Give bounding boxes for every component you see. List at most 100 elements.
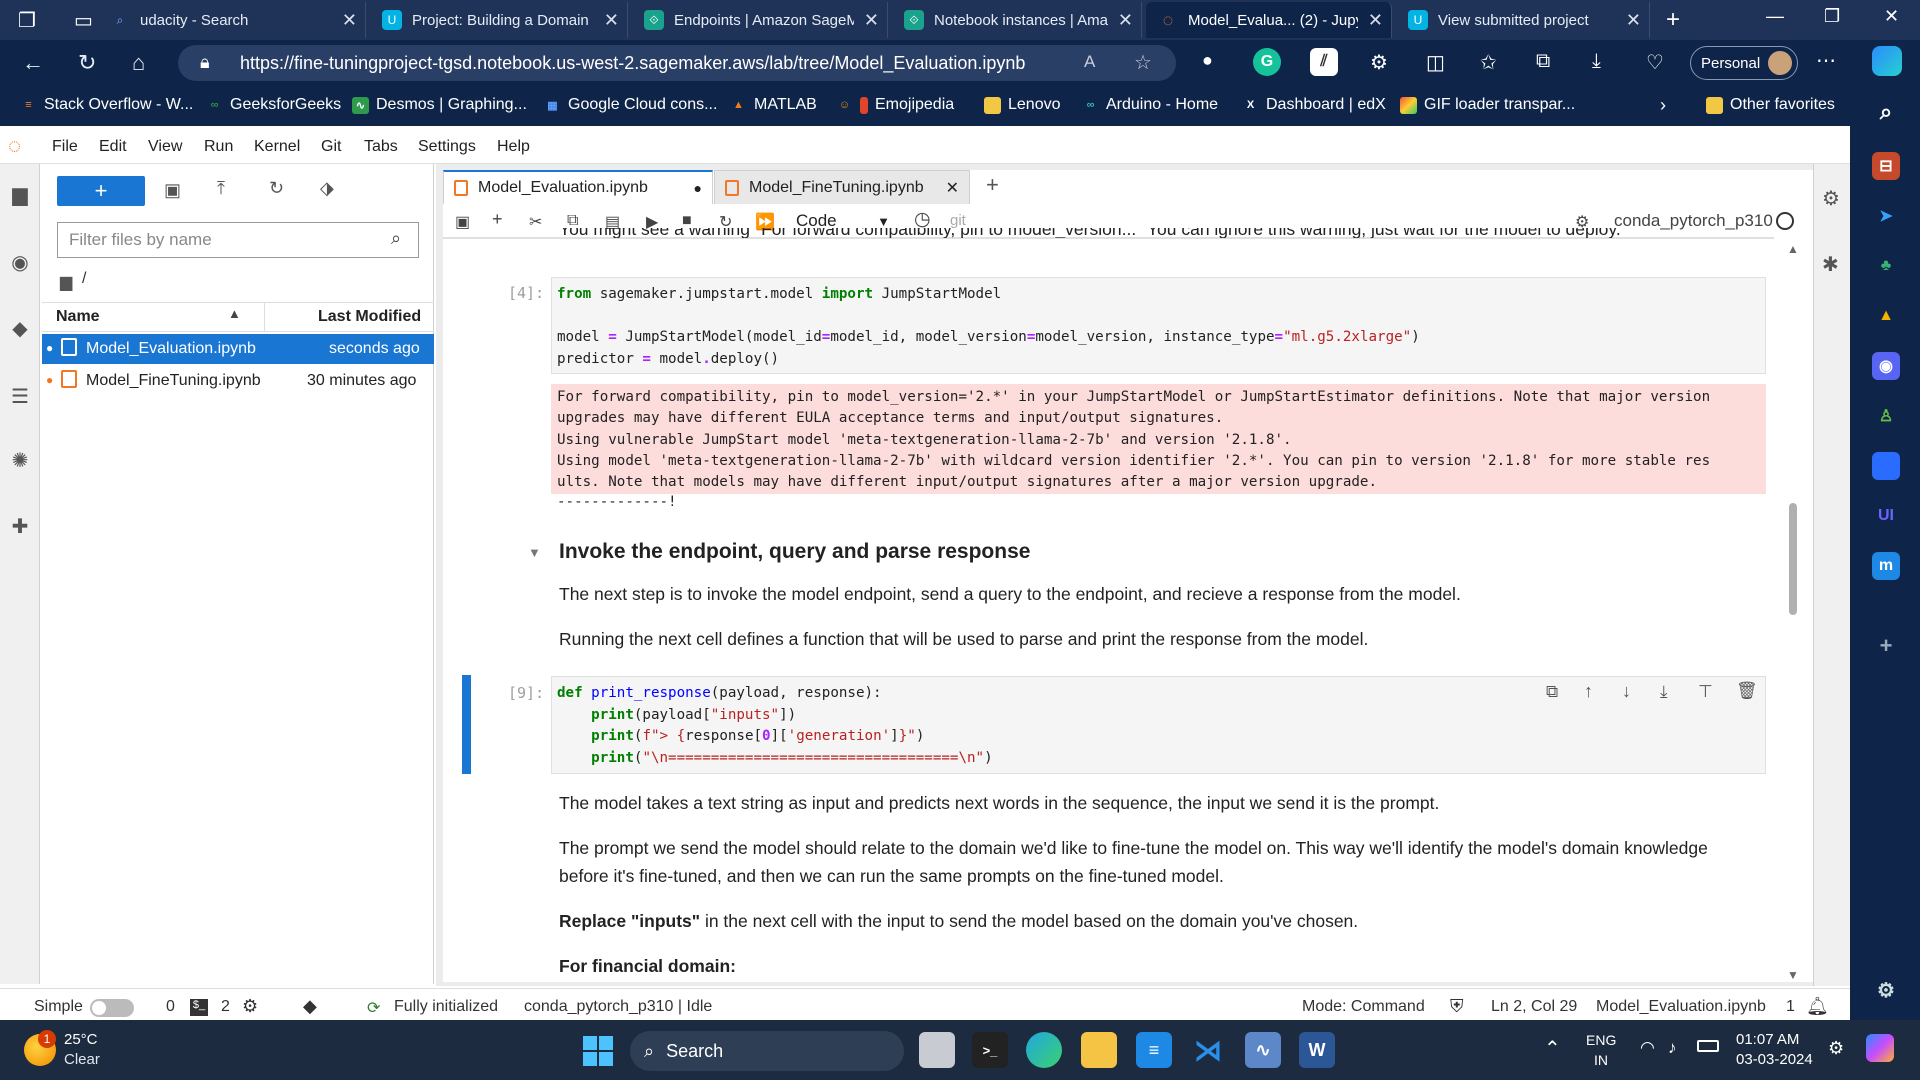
copilot-taskbar-icon[interactable] xyxy=(1866,1034,1894,1062)
collapse-caret-icon[interactable]: ▼ xyxy=(528,545,541,560)
bookmark-desmos[interactable]: ∿ Desmos | Graphing... xyxy=(352,96,527,114)
window-close-icon[interactable]: ✕ xyxy=(1884,6,1899,27)
move-up-icon[interactable]: ↑ xyxy=(1584,681,1593,702)
close-icon[interactable]: ✕ xyxy=(946,178,959,198)
debugger-icon[interactable]: ✱ xyxy=(1822,252,1839,277)
menu-view[interactable]: View xyxy=(148,138,182,156)
wifi-icon[interactable]: ◠ xyxy=(1640,1038,1655,1058)
task-view-icon[interactable] xyxy=(919,1032,955,1068)
close-icon[interactable]: ✕ xyxy=(604,10,619,31)
workspaces-icon[interactable]: ❐ xyxy=(18,8,36,33)
read-aloud-icon[interactable]: A xyxy=(1084,52,1095,72)
search-extension-icon[interactable]: ● xyxy=(1202,50,1213,71)
add-cell-icon[interactable]: + xyxy=(492,209,503,230)
shield-icon[interactable]: ⛨ xyxy=(1450,996,1464,1017)
kernel-status[interactable]: conda_pytorch_p310 | Idle xyxy=(524,998,712,1016)
lock-icon[interactable]: 🔒︎ xyxy=(200,52,210,73)
bookmark-edx[interactable]: X Dashboard | edX xyxy=(1242,96,1386,114)
focus-icon[interactable]: ⚙ xyxy=(1828,1038,1844,1059)
insert-above-icon[interactable]: ⤓ xyxy=(1660,682,1668,702)
word-icon[interactable]: W xyxy=(1299,1032,1335,1068)
terminal-app-icon[interactable]: >_ xyxy=(972,1032,1008,1068)
address-bar[interactable]: https://fine-tuningproject-tgsd.notebook… xyxy=(178,45,1176,81)
bookmark-other-favorites[interactable]: Other favorites xyxy=(1706,96,1835,114)
git-clone-icon[interactable]: ⬗ xyxy=(320,178,334,199)
profile-button[interactable]: Personal xyxy=(1690,46,1798,80)
language-line2[interactable]: IN xyxy=(1594,1052,1608,1068)
upload-icon[interactable]: ⤒ xyxy=(217,178,225,199)
volume-icon[interactable]: ♪ xyxy=(1668,1038,1677,1058)
split-screen-icon[interactable]: ◫ xyxy=(1426,50,1445,75)
notepad-icon[interactable]: ≡ xyxy=(1136,1032,1172,1068)
close-icon[interactable]: ✕ xyxy=(1118,10,1133,31)
bookmark-lenovo[interactable]: Lenovo xyxy=(984,96,1061,114)
bookmark-geeksforgeeks[interactable]: ∞ GeeksforGeeks xyxy=(206,96,342,114)
person-icon[interactable]: ♙ xyxy=(1872,402,1900,430)
tab-actions-icon[interactable]: ▭ xyxy=(74,8,93,33)
menu-help[interactable]: Help xyxy=(497,138,530,156)
extensions-icon[interactable]: ✚ xyxy=(8,514,32,538)
collections-icon[interactable]: ⧉ xyxy=(1536,50,1550,73)
bookmark-gif-loader[interactable]: GIF loader transpar... xyxy=(1400,96,1575,114)
folder-icon[interactable]: ▆ xyxy=(60,272,72,292)
bookmark-stackoverflow[interactable]: ≡ Stack Overflow - W... xyxy=(20,96,193,114)
m-app-icon[interactable]: m xyxy=(1872,552,1900,580)
file-name[interactable]: Model_FineTuning.ipynb xyxy=(86,372,261,390)
weather-desc[interactable]: Clear xyxy=(64,1051,100,1068)
app-icon[interactable] xyxy=(1872,452,1900,480)
delete-cell-icon[interactable]: 🗑︎ xyxy=(1736,681,1758,701)
kernel-gear-icon[interactable]: ⚙ xyxy=(242,996,258,1017)
save-icon[interactable]: ▣ xyxy=(455,212,470,232)
terminal-count[interactable]: 0 xyxy=(166,998,175,1016)
tab-model-finetuning[interactable]: Model_FineTuning.ipynb ✕ xyxy=(714,170,970,204)
tab-model-evaluation[interactable]: Model_Evaluation.ipynb ● xyxy=(443,170,713,204)
more-menu-icon[interactable]: ⋯ xyxy=(1816,48,1836,73)
weather-temp[interactable]: 25°C xyxy=(64,1031,98,1048)
close-icon[interactable]: ✕ xyxy=(342,10,357,31)
new-launcher-button[interactable]: + xyxy=(57,176,145,206)
file-explorer-icon[interactable] xyxy=(1081,1032,1117,1068)
cursor-position[interactable]: Ln 2, Col 29 xyxy=(1491,998,1577,1016)
extensions-puzzle-icon[interactable]: ⚙ xyxy=(1370,50,1388,75)
chevron-up-icon[interactable]: ⌃ xyxy=(1544,1036,1561,1061)
new-tab-icon[interactable]: + xyxy=(986,172,999,198)
property-inspector-icon[interactable]: ⚙ xyxy=(1822,186,1840,211)
home-icon[interactable]: ⌂ xyxy=(132,50,145,76)
close-icon[interactable]: ✕ xyxy=(1368,10,1383,31)
git-icon[interactable]: ◆ xyxy=(8,316,32,340)
folder-icon[interactable]: ▆ xyxy=(8,182,32,206)
start-button[interactable] xyxy=(583,1036,613,1066)
sort-up-icon[interactable]: ▲ xyxy=(228,306,241,321)
battery-icon[interactable] xyxy=(1697,1040,1719,1052)
add-icon[interactable]: + xyxy=(1872,632,1900,660)
insert-below-icon[interactable]: ⊤ xyxy=(1698,682,1713,702)
extension-icon[interactable]: ⫽ xyxy=(1310,48,1338,76)
restore-icon[interactable]: ❐ xyxy=(1824,6,1840,27)
browser-tab-udacity-search[interactable]: ⌕ udacity - Search ✕ xyxy=(98,2,366,38)
bookmark-emojipedia[interactable]: ☺ Emojipedia xyxy=(836,96,954,114)
menu-run[interactable]: Run xyxy=(204,138,233,156)
close-icon[interactable]: ✕ xyxy=(864,10,879,31)
clock-date[interactable]: 03-03-2024 xyxy=(1736,1051,1813,1068)
grammarly-icon[interactable]: G xyxy=(1253,48,1281,76)
browser-tab-view-project[interactable]: U View submitted project ✕ xyxy=(1396,2,1650,38)
discord-icon[interactable]: ◉ xyxy=(1872,352,1900,380)
ui-icon[interactable]: UI xyxy=(1872,502,1900,530)
settings-icon[interactable]: ⚙ xyxy=(1872,976,1900,1004)
scrollbar-thumb[interactable] xyxy=(1789,503,1797,615)
file-name[interactable]: Model_Evaluation.ipynb xyxy=(86,340,256,358)
filter-files-input[interactable]: Filter files by name xyxy=(57,222,419,258)
close-icon[interactable]: ✕ xyxy=(1626,10,1641,31)
menu-git[interactable]: Git xyxy=(321,138,341,156)
browser-tab-project[interactable]: U Project: Building a Domain ✕ xyxy=(370,2,628,38)
tools-icon[interactable]: ⊟ xyxy=(1872,152,1900,180)
column-last-modified[interactable]: Last Modified xyxy=(318,308,421,326)
menu-kernel[interactable]: Kernel xyxy=(254,138,300,156)
new-folder-icon[interactable]: ▣ xyxy=(164,180,181,201)
send-icon[interactable]: ➤ xyxy=(1872,202,1900,230)
bookmark-google-cloud[interactable]: ▦ Google Cloud cons... xyxy=(544,96,717,114)
git-status-icon[interactable]: ◆ xyxy=(303,996,317,1017)
refresh-icon[interactable]: ↻ xyxy=(269,178,284,199)
minimize-icon[interactable]: — xyxy=(1766,6,1784,27)
browser-tab-jupyter-active[interactable]: ◌ Model_Evalua... (2) - Jupyt ✕ xyxy=(1146,2,1392,38)
